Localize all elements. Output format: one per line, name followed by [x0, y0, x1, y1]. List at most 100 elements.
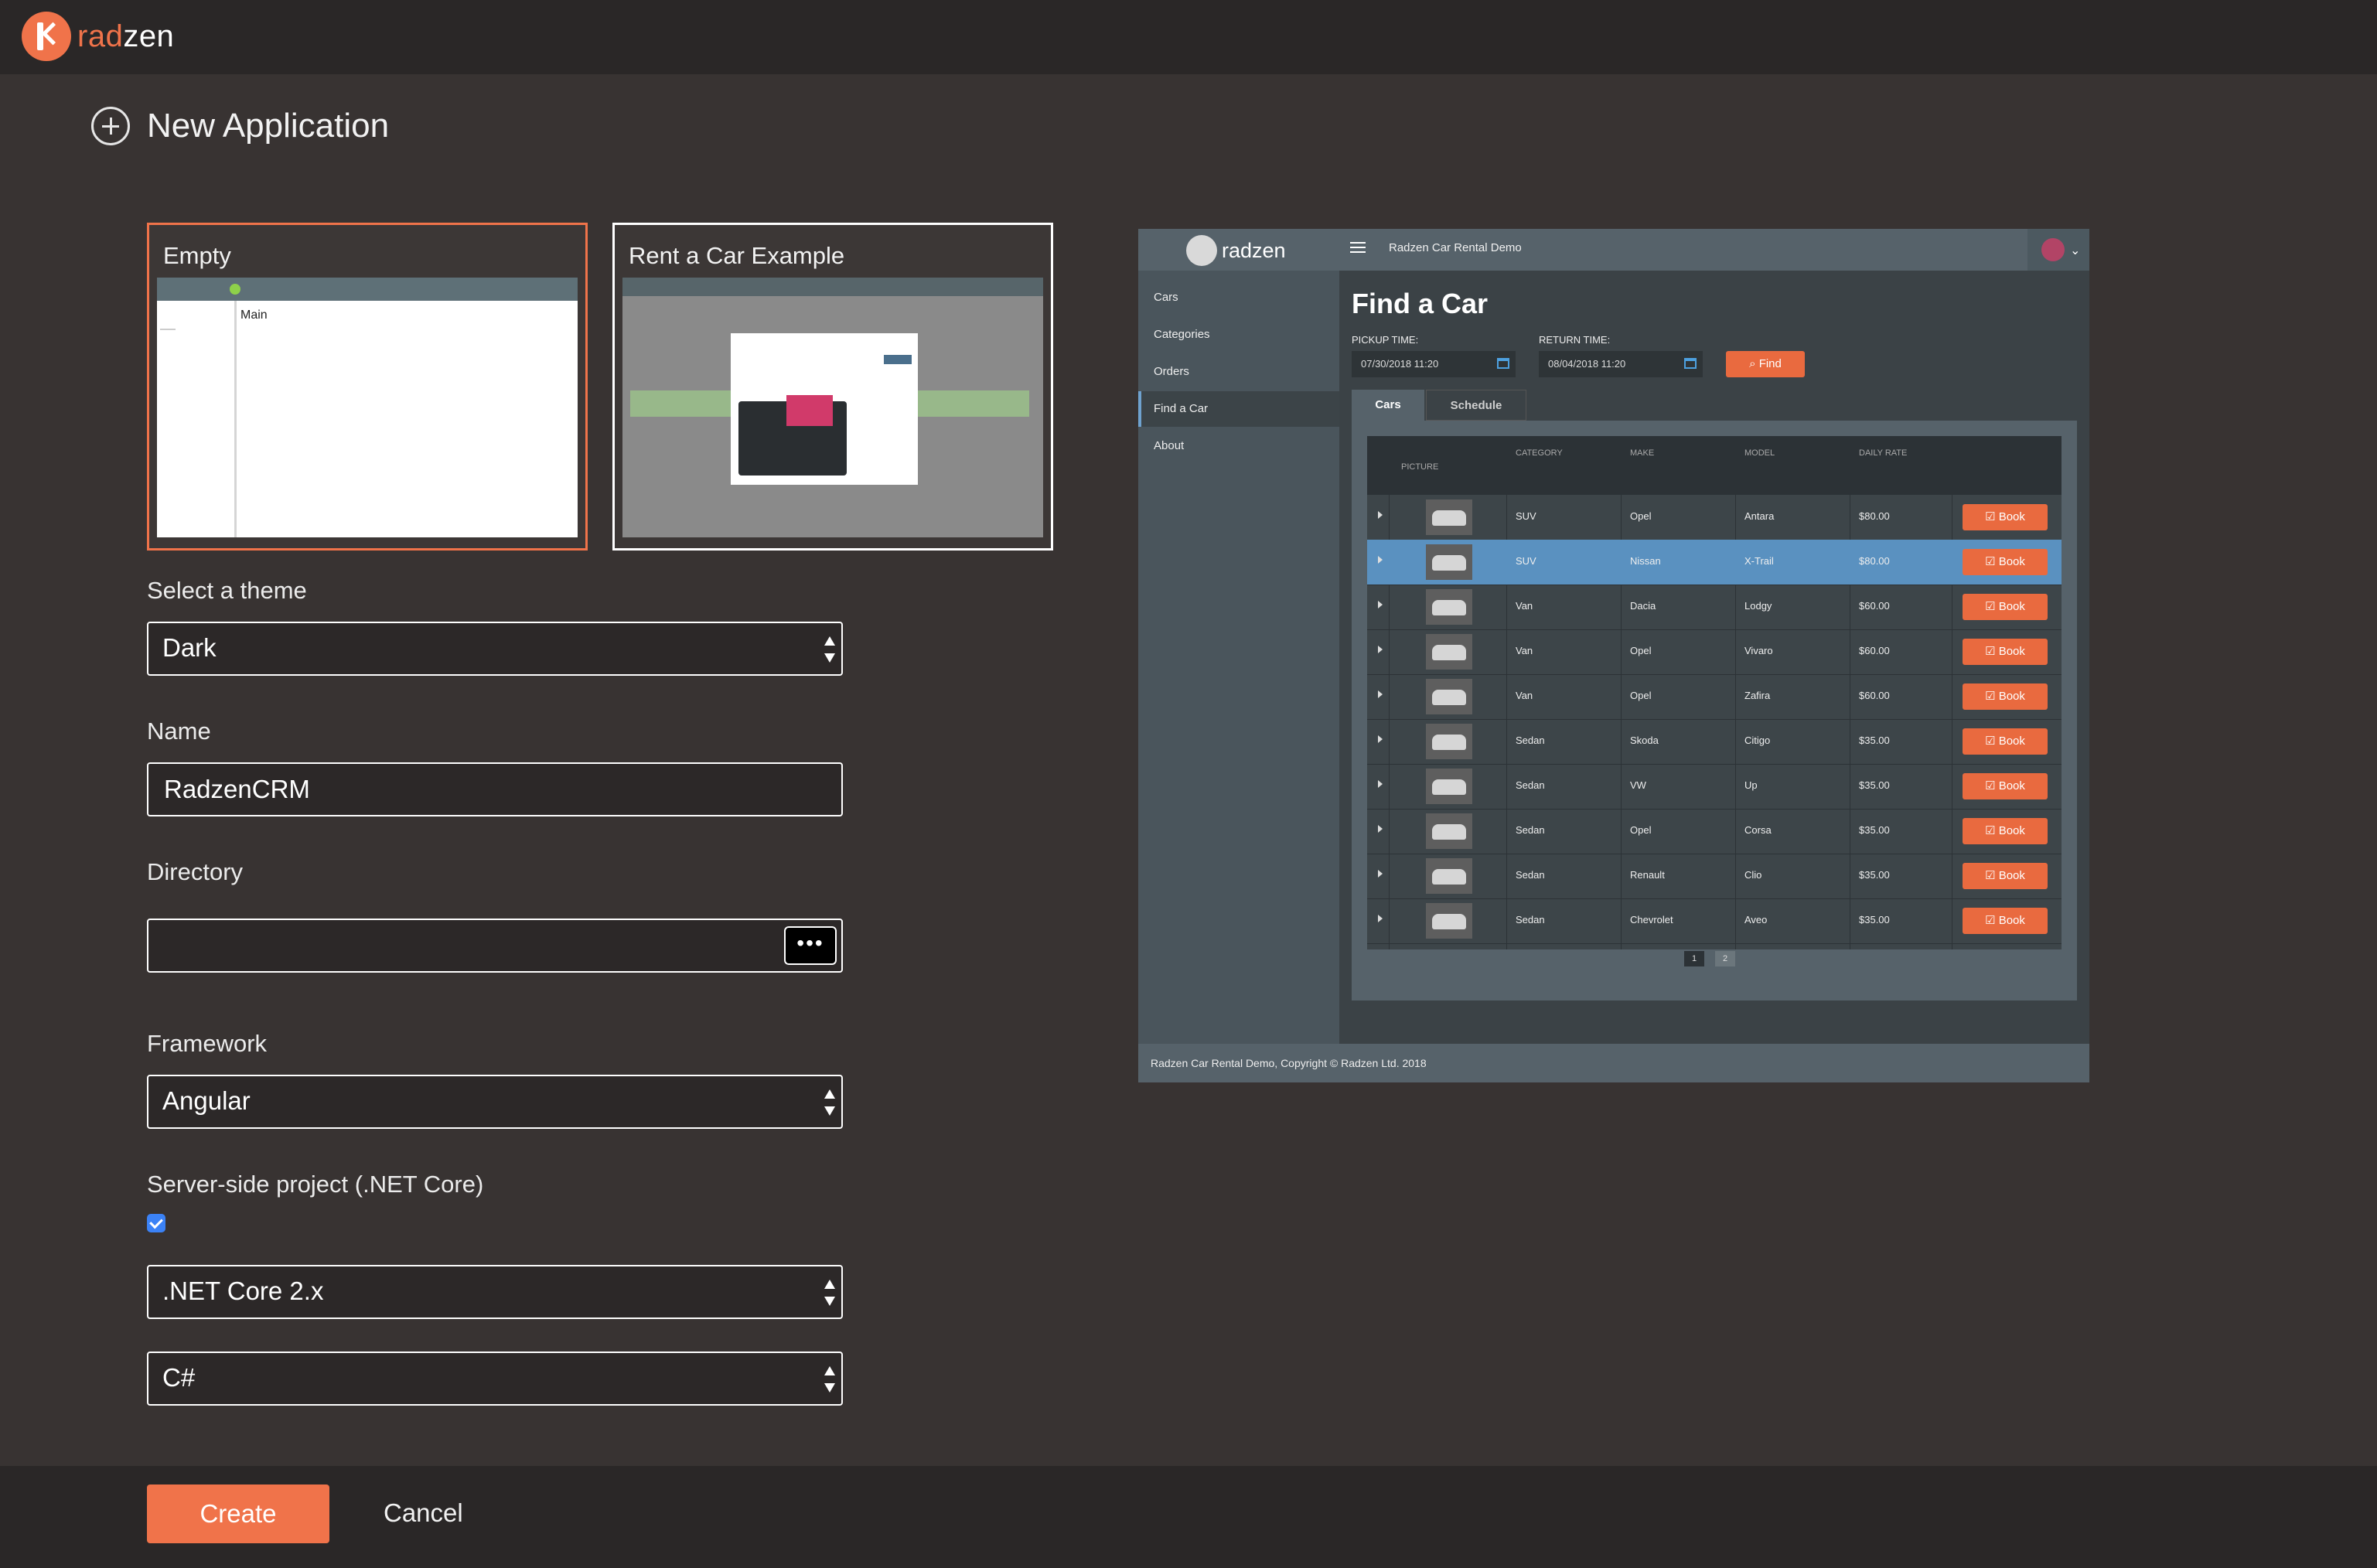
preview-logo: radzen	[1186, 235, 1286, 266]
bottom-bar	[0, 1466, 2377, 1568]
framework-label: Framework	[147, 1030, 268, 1057]
category-cell: Sedan	[1516, 914, 1545, 925]
directory-field[interactable]: •••	[147, 919, 843, 973]
table-row: Sedan Chevrolet Aveo $35.00 ☑ Book	[1367, 898, 2062, 944]
template-title: Empty	[163, 242, 231, 269]
preview-logo-icon	[1186, 235, 1217, 266]
model-cell: Antara	[1744, 510, 1775, 522]
rate-cell: $80.00	[1859, 555, 1890, 567]
template-card-empty[interactable]: Empty Main	[147, 223, 588, 551]
directory-label: Directory	[147, 858, 244, 885]
book-button: ☑ Book	[1963, 683, 2048, 710]
table-row: Sedan VW Up $35.00 ☑ Book	[1367, 764, 2062, 810]
expand-caret-icon	[1378, 646, 1383, 653]
pager-page: 1	[1684, 951, 1704, 966]
preview-header: radzen Radzen Car Rental Demo ⌄	[1138, 229, 2089, 271]
return-label: RETURN TIME:	[1539, 334, 1611, 346]
language-select[interactable]: C#	[147, 1352, 843, 1406]
car-thumbnail	[1426, 903, 1472, 939]
template-card-rent-a-car[interactable]: Rent a Car Example	[612, 223, 1053, 551]
directory-input[interactable]	[148, 920, 775, 971]
table-row: Van Opel Vivaro $60.00 ☑ Book	[1367, 629, 2062, 675]
framework-select[interactable]: Angular	[147, 1075, 843, 1129]
table-row: Sedan Renault Clio $35.00 ☑ Book	[1367, 854, 2062, 899]
server-side-label: Server-side project (.NET Core)	[147, 1171, 484, 1198]
radzen-logo[interactable]: radzen	[22, 11, 174, 62]
column-header: DAILY RATE	[1859, 448, 1908, 458]
logo-text: radzen	[77, 19, 175, 53]
car-thumbnail	[1426, 813, 1472, 849]
select-arrows-icon	[824, 1366, 835, 1392]
template-preview: radzen Radzen Car Rental Demo ⌄ Cars Cat…	[1138, 229, 2089, 1082]
template-thumbnail-empty: Main	[157, 278, 578, 537]
category-cell: SUV	[1516, 555, 1536, 567]
make-cell: Opel	[1630, 510, 1652, 522]
make-cell: Dacia	[1630, 600, 1656, 612]
preview-nav-find-a-car: Find a Car	[1138, 391, 1339, 427]
rate-cell: $35.00	[1859, 914, 1890, 925]
preview-logo-text: radzen	[1222, 238, 1286, 262]
category-cell: Sedan	[1516, 779, 1545, 791]
dotnet-version-value: .NET Core 2.x	[162, 1277, 324, 1305]
theme-select[interactable]: Dark	[147, 622, 843, 676]
dotnet-version-select[interactable]: .NET Core 2.x	[147, 1265, 843, 1319]
rate-cell: $35.00	[1859, 869, 1890, 881]
preview-tab-schedule: Schedule	[1426, 390, 1526, 421]
model-cell: Vivaro	[1744, 645, 1773, 656]
preview-heading: Find a Car	[1352, 288, 1489, 319]
rate-cell: $35.00	[1859, 824, 1890, 836]
page-title: New Application	[147, 107, 390, 145]
calendar-icon	[1684, 358, 1697, 369]
book-button: ☑ Book	[1963, 594, 2048, 620]
browse-button[interactable]: •••	[784, 926, 837, 965]
rate-cell: $35.00	[1859, 735, 1890, 746]
model-cell: Lodgy	[1744, 600, 1772, 612]
book-button: ☑ Book	[1963, 773, 2048, 799]
make-cell: Opel	[1630, 824, 1652, 836]
create-button[interactable]: Create	[147, 1484, 329, 1543]
expand-caret-icon	[1378, 780, 1383, 788]
preview-user-menu: ⌄	[2027, 229, 2089, 271]
table-row: Van Dacia Lodgy $60.00 ☑ Book	[1367, 585, 2062, 630]
preview-nav-categories: Categories	[1154, 328, 1210, 341]
name-label: Name	[147, 718, 211, 745]
grid-header: PICTURE CATEGORY MAKE MODEL DAILY RATE	[1367, 436, 2062, 495]
preview-find-button: ⌕ Find	[1726, 351, 1805, 377]
return-value: 08/04/2018 11:20	[1548, 358, 1626, 370]
name-field[interactable]	[147, 762, 843, 816]
column-header: MAKE	[1630, 448, 1655, 458]
pickup-value: 07/30/2018 11:20	[1361, 358, 1439, 370]
make-cell: Opel	[1630, 645, 1652, 656]
car-thumbnail	[1426, 544, 1472, 580]
expand-caret-icon	[1378, 690, 1383, 698]
category-cell: Sedan	[1516, 869, 1545, 881]
model-cell: Zafira	[1744, 690, 1771, 701]
add-circle-icon	[91, 107, 130, 145]
name-input[interactable]	[148, 764, 841, 815]
book-button: ☑ Book	[1963, 863, 2048, 889]
car-thumbnail	[1426, 634, 1472, 670]
column-header: CATEGORY	[1516, 448, 1563, 458]
table-row: Sedan Opel Corsa $35.00 ☑ Book	[1367, 809, 2062, 854]
return-date: 08/04/2018 11:20	[1539, 351, 1703, 377]
pickup-label: PICKUP TIME:	[1352, 334, 1419, 346]
rate-cell: $35.00	[1859, 779, 1890, 791]
server-side-checkbox[interactable]	[147, 1214, 165, 1232]
preview-nav-orders: Orders	[1154, 365, 1189, 378]
expand-caret-icon	[1378, 870, 1383, 878]
car-thumbnail	[1426, 499, 1472, 535]
cancel-button[interactable]: Cancel	[384, 1498, 463, 1528]
category-cell: Van	[1516, 690, 1533, 701]
book-button: ☑ Book	[1963, 549, 2048, 575]
make-cell: Renault	[1630, 869, 1665, 881]
expand-caret-icon	[1378, 825, 1383, 833]
radzen-logo-icon	[22, 12, 71, 61]
expand-caret-icon	[1378, 601, 1383, 608]
car-thumbnail	[1426, 858, 1472, 894]
model-cell: Aveo	[1744, 914, 1768, 925]
car-thumbnail	[1426, 589, 1472, 625]
model-cell: Clio	[1744, 869, 1762, 881]
rate-cell: $80.00	[1859, 510, 1890, 522]
model-cell: X-Trail	[1744, 555, 1774, 567]
framework-value: Angular	[162, 1086, 251, 1115]
